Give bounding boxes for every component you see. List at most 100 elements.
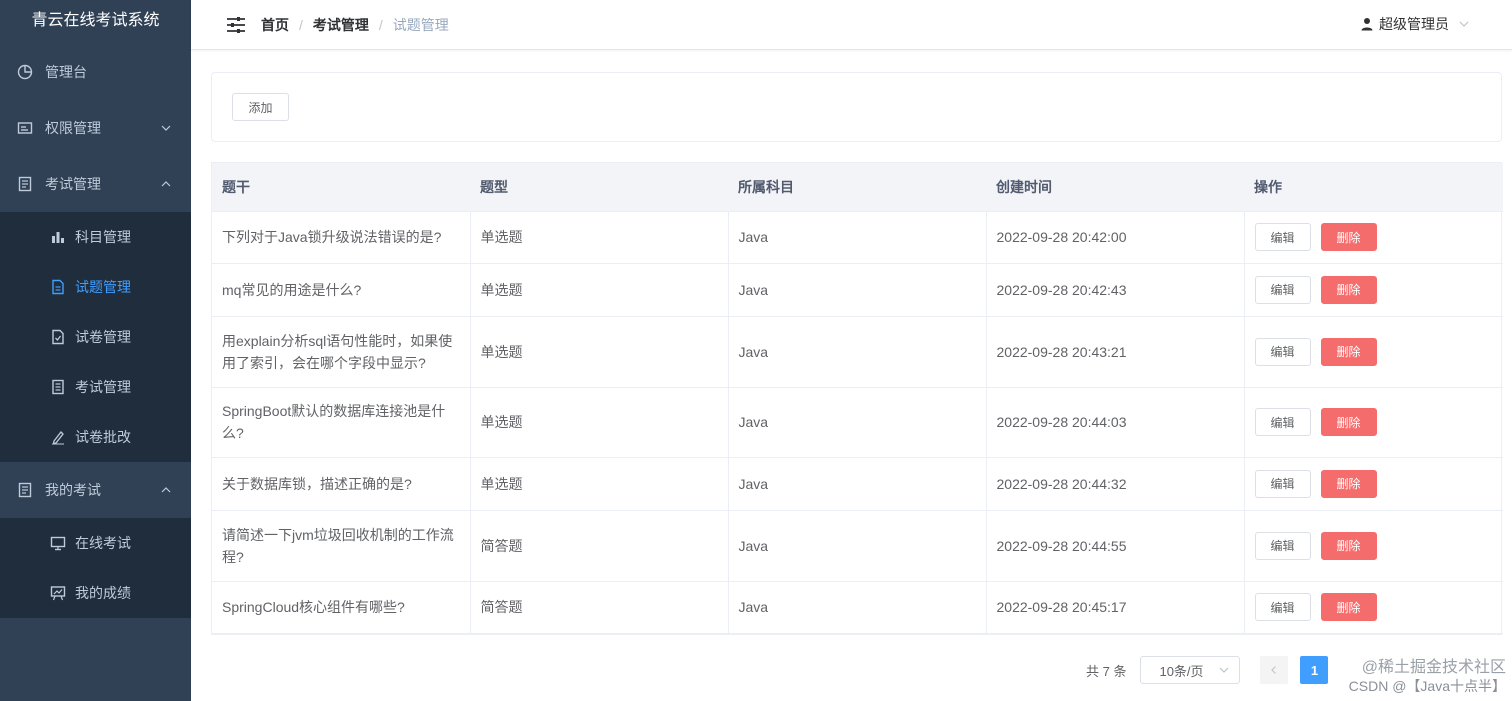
cell-stem: 下列对于Java锁升级说法错误的是? — [212, 211, 471, 264]
cell-subject: Java — [728, 263, 987, 317]
monitor-icon — [50, 535, 66, 551]
sidebar-item-my-scores[interactable]: 我的成绩 — [0, 568, 191, 618]
table-row: SpringCloud核心组件有哪些? 简答题 Java 2022-09-28 … — [212, 581, 1503, 634]
delete-button[interactable]: 删除 — [1320, 275, 1377, 304]
sidebar-item-online-exam[interactable]: 在线考试 — [0, 518, 191, 568]
table-header-row: 题干 题型 所属科目 创建时间 操作 — [212, 163, 1503, 212]
hamburger-icon[interactable] — [226, 15, 246, 35]
cell-type: 简答题 — [470, 510, 729, 582]
chevron-down-icon — [161, 125, 171, 131]
cell-subject: Java — [728, 581, 987, 634]
cell-created: 2022-09-28 20:43:21 — [986, 316, 1245, 388]
page-size-select[interactable]: 10条/页 — [1140, 656, 1241, 684]
edit-button[interactable]: 编辑 — [1254, 593, 1311, 621]
chevron-down-icon — [1220, 667, 1229, 673]
cell-type: 单选题 — [470, 387, 729, 458]
sidebar-item-label: 我的成绩 — [75, 585, 131, 601]
sidebar-item-exams[interactable]: 考试管理 — [0, 362, 191, 412]
table-row: 请简述一下jvm垃圾回收机制的工作流程? 简答题 Java 2022-09-28… — [212, 510, 1503, 582]
delete-button[interactable]: 删除 — [1320, 408, 1377, 436]
sidebar-item-label: 我的考试 — [45, 482, 101, 498]
cell-stem: SpringCloud核心组件有哪些? — [212, 581, 471, 634]
user-dropdown[interactable]: 超级管理员 — [1360, 14, 1470, 34]
sidebar-item-subjects[interactable]: 科目管理 — [0, 212, 191, 262]
sidebar-item-label: 权限管理 — [45, 120, 101, 136]
edit-button[interactable]: 编辑 — [1254, 531, 1311, 560]
edit-button[interactable]: 编辑 — [1254, 469, 1311, 498]
file-check-icon — [50, 329, 66, 345]
cell-actions: 编辑 删除 — [1244, 211, 1503, 264]
cell-actions: 编辑 删除 — [1244, 510, 1503, 582]
sidebar-item-label: 试卷批改 — [75, 429, 131, 445]
navbar: 首页 / 考试管理 / 试题管理 超级管理员 — [191, 0, 1512, 50]
edit-button[interactable]: 编辑 — [1254, 408, 1311, 436]
main-content: 首页 / 考试管理 / 试题管理 超级管理员 添加 题干 题型 所属科目 创建时… — [191, 0, 1512, 701]
delete-button[interactable]: 删除 — [1320, 469, 1377, 498]
cell-created: 2022-09-28 20:44:03 — [986, 387, 1245, 458]
sidebar-item-questions[interactable]: 试题管理 — [0, 262, 191, 312]
pagination-total: 共 7 条 — [1086, 663, 1127, 679]
user-icon — [1361, 18, 1373, 31]
page-number-current[interactable]: 1 — [1300, 656, 1329, 684]
file-text-icon — [50, 279, 66, 295]
chevron-down-icon — [1459, 21, 1469, 27]
chevron-left-icon — [1271, 666, 1277, 674]
cell-subject: Java — [728, 387, 987, 458]
sidebar-item-papers[interactable]: 试卷管理 — [0, 312, 191, 362]
delete-button[interactable]: 删除 — [1320, 337, 1377, 366]
breadcrumb-home[interactable]: 首页 — [261, 15, 289, 35]
pagination: 共 7 条 10条/页 1 — [1086, 656, 1329, 684]
breadcrumb-exam-management[interactable]: 考试管理 — [313, 15, 369, 35]
cell-stem: mq常见的用途是什么? — [212, 263, 471, 317]
cell-created: 2022-09-28 20:44:55 — [986, 510, 1245, 582]
cell-type: 单选题 — [470, 316, 729, 388]
breadcrumb-separator: / — [299, 16, 303, 33]
delete-button[interactable]: 删除 — [1320, 593, 1377, 621]
toolbar-card: 添加 — [211, 72, 1502, 142]
edit-button[interactable]: 编辑 — [1254, 337, 1311, 366]
sub-menu-exam-management: 科目管理 试题管理 试卷管理 考试管理 试卷批改 — [0, 212, 191, 462]
cell-actions: 编辑 删除 — [1244, 457, 1503, 511]
column-header-actions: 操作 — [1244, 163, 1503, 212]
delete-button[interactable]: 删除 — [1320, 223, 1377, 251]
cell-actions: 编辑 删除 — [1244, 387, 1503, 458]
sub-menu-my-exams: 在线考试 我的成绩 — [0, 518, 191, 618]
sidebar-item-my-exams[interactable]: 我的考试 — [0, 462, 191, 518]
app-title: 青云在线考试系统 — [31, 12, 160, 29]
watermark-line2: CSDN @【Java十点半】 — [1348, 678, 1506, 694]
cell-stem: 关于数据库锁，描述正确的是? — [212, 457, 471, 511]
questions-table: 题干 题型 所属科目 创建时间 操作 下列对于Java锁升级说法错误的是? 单选… — [211, 162, 1503, 635]
notebook-icon — [50, 379, 66, 395]
sidebar-item-label: 科目管理 — [75, 229, 131, 245]
edit-button[interactable]: 编辑 — [1254, 223, 1311, 251]
sidebar-item-label: 考试管理 — [45, 176, 101, 192]
page-size-value: 10条/页 — [1159, 663, 1204, 679]
table-row: 关于数据库锁，描述正确的是? 单选题 Java 2022-09-28 20:44… — [212, 457, 1503, 511]
sidebar-item-grading[interactable]: 试卷批改 — [0, 412, 191, 462]
edit-button[interactable]: 编辑 — [1254, 275, 1311, 304]
bar-chart-icon — [50, 229, 66, 245]
cell-type: 单选题 — [470, 263, 729, 317]
cell-subject: Java — [728, 211, 987, 264]
id-card-icon — [16, 119, 34, 137]
watermark: @稀土掘金技术社区 CSDN @【Java十点半】 — [1349, 659, 1506, 695]
presentation-icon — [50, 585, 66, 601]
watermark-line1: @稀土掘金技术社区 — [1361, 659, 1506, 676]
delete-button[interactable]: 删除 — [1320, 531, 1377, 560]
sidebar-item-permissions[interactable]: 权限管理 — [0, 100, 191, 156]
app-root: 青云在线考试系统 管理台 权限管理 考试管理 科目管理 试题管理 试卷管理 考试… — [0, 0, 1512, 701]
cell-stem: SpringBoot默认的数据库连接池是什么? — [212, 387, 471, 458]
column-header-type: 题型 — [470, 163, 728, 212]
sidebar-item-dashboard[interactable]: 管理台 — [0, 44, 191, 100]
sidebar-item-label: 管理台 — [45, 64, 87, 80]
sidebar-item-exam-management[interactable]: 考试管理 — [0, 156, 191, 212]
prev-page-button[interactable] — [1260, 656, 1289, 684]
pie-chart-icon — [16, 63, 34, 81]
chevron-up-icon — [161, 487, 171, 493]
pen-icon — [50, 429, 66, 445]
sidebar-item-label: 试题管理 — [75, 279, 131, 295]
document-icon — [16, 175, 34, 193]
add-button[interactable]: 添加 — [232, 93, 289, 121]
document-icon — [16, 481, 34, 499]
sidebar-item-label: 考试管理 — [75, 379, 131, 395]
